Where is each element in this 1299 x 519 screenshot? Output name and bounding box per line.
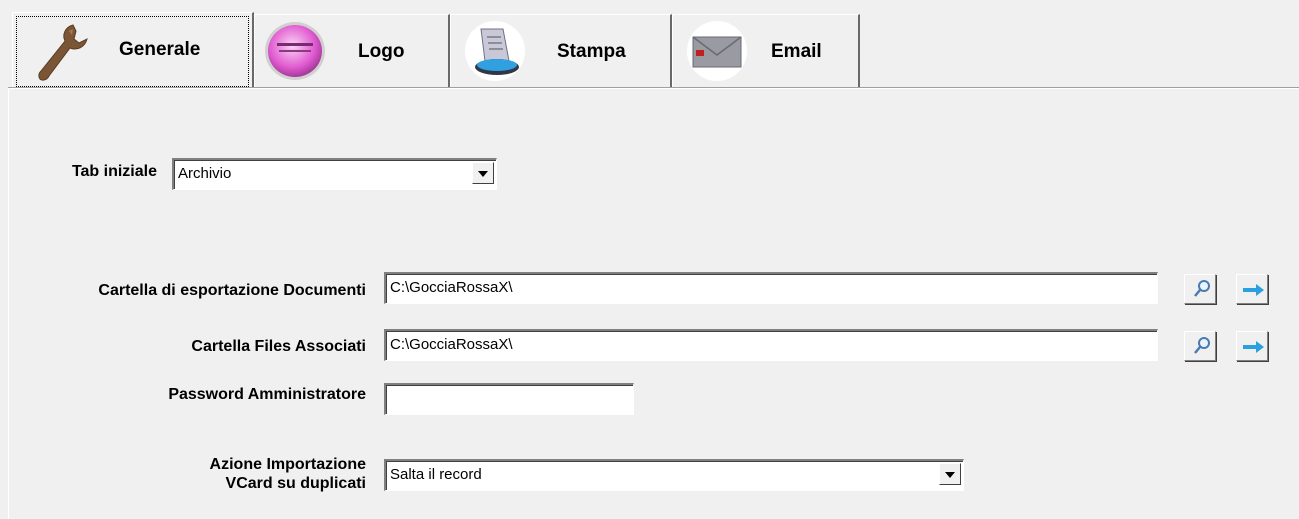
arrow-right-icon [1243,284,1264,296]
options-panel: Generale Logo Stampa Email Tab iniziale … [0,0,1299,519]
password-label: Password Amministratore [168,386,366,403]
tab-generale[interactable]: Generale [12,12,254,90]
cartella-files-input[interactable]: C:\GocciaRossaX\ [384,329,1158,361]
tab-iniziale-select[interactable]: Archivio [172,158,497,190]
open-files-button[interactable] [1236,331,1268,361]
azione-label-line1: Azione Importazione [209,456,366,473]
search-icon [1194,337,1210,354]
cartella-export-input[interactable]: C:\GocciaRossaX\ [384,272,1158,304]
wrench-icon [38,24,88,81]
tab-label: Stampa [557,41,626,62]
open-export-button[interactable] [1236,274,1268,304]
cartella-export-value: C:\GocciaRossaX\ [390,279,513,296]
azione-select[interactable]: Salta il record [384,459,964,491]
tab-stampa[interactable]: Stampa [450,14,672,88]
logo-disc-icon [265,22,325,80]
tab-label: Email [771,41,822,62]
tab-iniziale-value: Archivio [178,165,232,182]
tab-label: Logo [358,41,405,62]
chevron-down-icon[interactable] [472,162,494,184]
azione-value: Salta il record [390,466,482,483]
search-icon [1194,280,1210,297]
tab-email[interactable]: Email [672,14,860,88]
browse-export-button[interactable] [1184,274,1216,304]
cartella-files-label: Cartella Files Associati [191,338,366,355]
browse-files-button[interactable] [1184,331,1216,361]
envelope-icon [687,21,747,81]
tab-iniziale-label: Tab iniziale [71,163,157,180]
cartella-export-label: Cartella di esportazione Documenti [98,282,366,299]
tab-label: Generale [119,39,201,60]
chevron-down-icon[interactable] [939,463,961,485]
azione-label-line2: VCard su duplicati [225,475,366,492]
tab-logo[interactable]: Logo [254,14,450,88]
cartella-files-value: C:\GocciaRossaX\ [390,336,513,353]
password-input[interactable] [384,383,634,415]
printer-icon [465,21,525,81]
arrow-right-icon [1243,341,1264,353]
